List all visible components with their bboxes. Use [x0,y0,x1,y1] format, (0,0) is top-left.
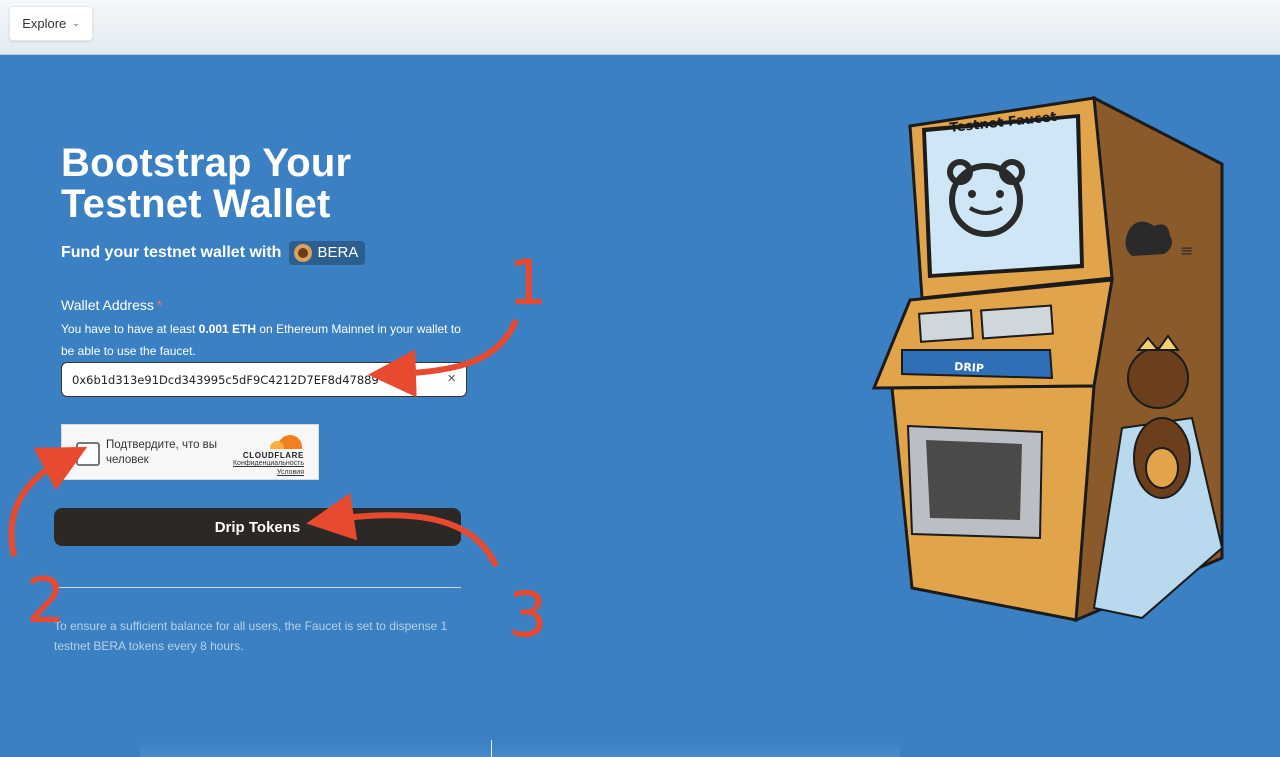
display-slot [980,304,1054,340]
annotation-step-1: 1 [508,246,548,319]
subtitle: Fund your testnet wallet with BERA [61,239,366,266]
bera-bear-icon [294,243,313,262]
wallet-label-text: Wallet Address [61,297,154,313]
title-line-1: Bootstrap Your [61,141,352,185]
annotation-step-3: 3 [508,578,548,651]
faucet-machine-illustration: Testnet Faucet DRIP ≡ [871,95,1224,623]
dispense-opening [926,440,1022,520]
honey-pot-icon [1145,447,1179,489]
wallet-address-field: × [61,362,467,397]
captcha-checkbox[interactable] [76,442,100,466]
annotation-step-2: 2 [26,564,66,637]
bottom-divider [491,740,492,757]
bottom-strip [140,742,900,757]
bear-silhouette-icon [1125,221,1172,256]
explore-dropdown-button[interactable]: Explore ⌄ [9,6,93,41]
wallet-help-text: You have to have at least 0.001 ETH on E… [61,318,471,362]
explore-label: Explore [22,16,67,31]
captcha-terms-link[interactable]: Условия [277,468,304,478]
side-glyphs: ≡ [1180,241,1193,260]
cloudflare-logo: CLOUDFLARE [228,434,304,460]
drip-label: DRIP [954,360,985,375]
subtitle-text: Fund your testnet wallet with [61,243,282,261]
title-line-2: Testnet Wallet [61,182,331,226]
bera-token-badge: BERA [289,240,366,265]
wallet-address-input[interactable] [72,363,432,396]
faucet-footnote: To ensure a sufficient balance for all u… [54,619,448,653]
chevron-down-icon: ⌄ [72,18,80,28]
top-bar: Explore ⌄ [0,0,1280,55]
cloudflare-captcha: Подтвердите, что вы человек CLOUDFLARE К… [61,424,319,480]
required-mark: * [156,297,163,313]
cloudflare-cloud-icon [270,434,304,449]
drip-tokens-button[interactable]: Drip Tokens [54,508,461,546]
bera-token-label: BERA [317,244,359,261]
keypad [918,309,974,343]
bear-king-icon [1127,347,1189,409]
page-title: Bootstrap Your Testnet Wallet [61,143,461,225]
divider [54,587,461,588]
help-amount: 0.001 ETH [198,322,257,336]
wallet-address-label: Wallet Address * [61,297,162,313]
help-prefix: You have to have at least [61,322,199,336]
clear-icon[interactable]: × [447,371,456,387]
captcha-prompt: Подтвердите, что вы человек [106,439,218,466]
